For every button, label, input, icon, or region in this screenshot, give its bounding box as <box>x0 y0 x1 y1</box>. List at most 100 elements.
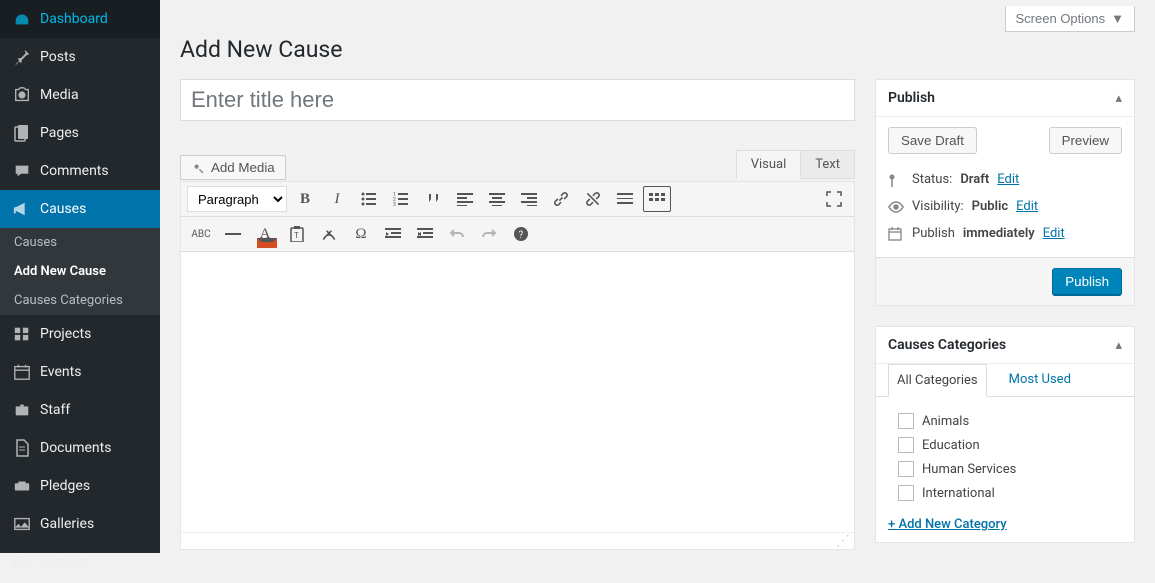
tab-most-used[interactable]: Most Used <box>1001 364 1079 396</box>
tab-all-categories[interactable]: All Categories <box>888 364 987 397</box>
special-char-button[interactable]: Ω <box>347 221 375 247</box>
page-title: Add New Cause <box>180 36 1135 63</box>
sidebar-item-label: Staff <box>40 402 148 418</box>
category-item[interactable]: Human Services <box>898 457 1122 481</box>
help-button[interactable]: ? <box>507 221 535 247</box>
category-item[interactable]: International <box>898 481 1122 505</box>
post-title-input[interactable] <box>180 79 855 121</box>
sidebar-item-events[interactable]: Events <box>0 353 160 391</box>
schedule-icon <box>888 227 904 241</box>
visibility-label: Visibility: <box>912 199 964 214</box>
screen-options-wrap: Screen Options ▼ <box>180 0 1135 32</box>
paste-text-button[interactable]: T <box>283 221 311 247</box>
category-label: Education <box>922 438 980 453</box>
category-checkbox[interactable] <box>898 437 914 453</box>
categories-heading: Causes Categories <box>888 337 1006 353</box>
align-left-button[interactable] <box>451 186 479 212</box>
schedule-edit-link[interactable]: Edit <box>1043 226 1065 241</box>
save-draft-button[interactable]: Save Draft <box>888 127 977 154</box>
status-edit-link[interactable]: Edit <box>997 172 1019 187</box>
category-checkbox[interactable] <box>898 413 914 429</box>
text-color-button[interactable]: A <box>251 221 279 247</box>
publish-box: Publish ▴ Save Draft Preview Status: Dra… <box>875 79 1135 306</box>
sidebar-item-label: Pages <box>40 125 148 141</box>
sidebar-item-galleries[interactable]: Galleries <box>0 505 160 543</box>
numbered-list-button[interactable]: 123 <box>387 186 415 212</box>
editor-resize-handle[interactable]: ⋰ <box>181 532 854 549</box>
align-right-button[interactable] <box>515 186 543 212</box>
tab-text[interactable]: Text <box>801 150 855 179</box>
status-value: Draft <box>960 172 989 187</box>
screen-options-button[interactable]: Screen Options ▼ <box>1005 6 1135 32</box>
bold-button[interactable]: B <box>291 186 319 212</box>
publish-collapse-toggle[interactable]: ▴ <box>1115 91 1122 106</box>
category-list: Animals Education Human Services Interna… <box>888 409 1122 505</box>
strikethrough-button[interactable]: ABC <box>187 221 215 247</box>
undo-button[interactable] <box>443 221 471 247</box>
horizontal-rule-button[interactable] <box>219 221 247 247</box>
submenu-item-causes-categories[interactable]: Causes Categories <box>0 286 160 315</box>
category-label: Animals <box>922 414 969 429</box>
schedule-value: immediately <box>963 226 1035 241</box>
categories-collapse-toggle[interactable]: ▴ <box>1115 338 1122 353</box>
visibility-edit-link[interactable]: Edit <box>1016 199 1038 214</box>
category-item[interactable]: Education <box>898 433 1122 457</box>
sidebar-item-media[interactable]: Media <box>0 76 160 114</box>
add-media-label: Add Media <box>211 160 275 175</box>
megaphone-icon <box>12 199 32 219</box>
outdent-button[interactable] <box>379 221 407 247</box>
preview-button[interactable]: Preview <box>1049 127 1122 154</box>
category-label: International <box>922 486 995 501</box>
tab-visual[interactable]: Visual <box>736 150 802 179</box>
bullet-list-button[interactable] <box>355 186 383 212</box>
editor-toolbar-row2: ABC A T Ω ? <box>181 217 854 252</box>
editor-content-area[interactable] <box>181 252 854 532</box>
chevron-down-icon: ▼ <box>1111 11 1124 26</box>
redo-button[interactable] <box>475 221 503 247</box>
add-new-category-link[interactable]: + Add New Category <box>888 517 1007 532</box>
sidebar-item-dashboard[interactable]: Dashboard <box>0 0 160 38</box>
visibility-icon <box>888 201 904 213</box>
link-button[interactable] <box>547 186 575 212</box>
align-center-button[interactable] <box>483 186 511 212</box>
sidebar-item-label: Causes <box>40 201 148 217</box>
sidebar-item-staff[interactable]: Staff <box>0 391 160 429</box>
sidebar-item-posts[interactable]: Posts <box>0 38 160 76</box>
submenu-item-causes[interactable]: Causes <box>0 228 160 257</box>
italic-button[interactable]: I <box>323 186 351 212</box>
sidebar-item-projects[interactable]: Projects <box>0 315 160 353</box>
read-more-button[interactable] <box>611 186 639 212</box>
unlink-button[interactable] <box>579 186 607 212</box>
add-media-button[interactable]: Add Media <box>180 155 286 180</box>
status-label: Status: <box>912 172 952 187</box>
editor-mode-tabs: Visual Text <box>736 150 855 179</box>
indent-button[interactable] <box>411 221 439 247</box>
staff-icon <box>12 400 32 420</box>
fullscreen-button[interactable] <box>820 186 848 212</box>
category-item[interactable]: Animals <box>898 409 1122 433</box>
main-content: Screen Options ▼ Add New Cause Add Media… <box>160 0 1155 583</box>
format-select[interactable]: Paragraph <box>187 186 287 212</box>
documents-icon <box>12 438 32 458</box>
toolbar-toggle-button[interactable] <box>643 186 671 212</box>
blockquote-button[interactable] <box>419 186 447 212</box>
category-label: Human Services <box>922 462 1016 477</box>
sidebar-item-causes[interactable]: Causes <box>0 190 160 228</box>
galleries-icon <box>12 514 32 534</box>
sidebar-item-pledges[interactable]: Pledges <box>0 467 160 505</box>
editor-box: Paragraph B I 123 <box>180 181 855 550</box>
visibility-value: Public <box>972 199 1008 214</box>
publish-button[interactable]: Publish <box>1052 268 1122 295</box>
sidebar-item-pages[interactable]: Pages <box>0 114 160 152</box>
submenu-item-add-new-cause[interactable]: Add New Cause <box>0 257 160 286</box>
sidebar-item-label: Projects <box>40 326 148 342</box>
sidebar-item-label: Media <box>40 87 148 103</box>
category-checkbox[interactable] <box>898 485 914 501</box>
clear-formatting-button[interactable] <box>315 221 343 247</box>
status-icon <box>888 173 904 187</box>
sidebar-item-comments[interactable]: Comments <box>0 152 160 190</box>
category-checkbox[interactable] <box>898 461 914 477</box>
media-icon-small <box>191 161 205 175</box>
sidebar-item-label: Documents <box>40 440 148 456</box>
sidebar-item-documents[interactable]: Documents <box>0 429 160 467</box>
